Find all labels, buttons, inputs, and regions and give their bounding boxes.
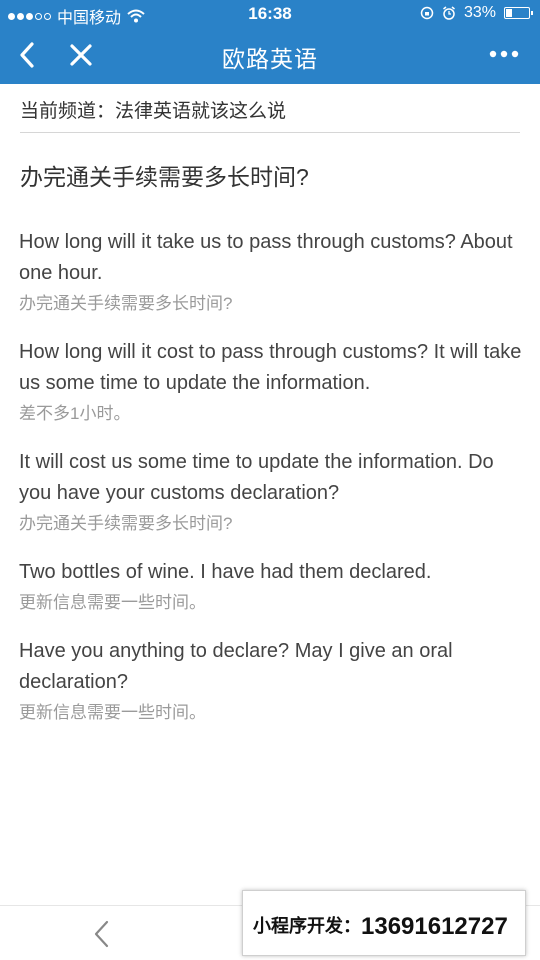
promo-label: 小程序开发： bbox=[253, 916, 361, 936]
page-title: 欧路英语 bbox=[222, 46, 318, 72]
english-sentence: Have you anything to declare? May I give… bbox=[19, 640, 453, 693]
article-title: 办完通关手续需要多长时间? bbox=[20, 164, 309, 190]
battery-label: 33% bbox=[463, 4, 496, 21]
battery-icon bbox=[504, 7, 533, 19]
chinese-translation: 办完通关手续需要多长时间? bbox=[19, 514, 233, 533]
chinese-translation: 更新信息需要一些时间。 bbox=[19, 703, 206, 722]
more-icon[interactable] bbox=[488, 44, 520, 64]
list-item[interactable]: How long will it cost to pass through cu… bbox=[19, 337, 523, 429]
header: 中国移动 16:38 33% 欧路英语 bbox=[0, 0, 540, 84]
list-item[interactable]: Have you anything to declare? May I give… bbox=[19, 636, 523, 728]
status-bar: 中国移动 16:38 33% bbox=[0, 0, 540, 28]
list-item[interactable]: How long will it take us to pass through… bbox=[19, 227, 523, 319]
list-item[interactable]: Two bottles of wine. I have had them dec… bbox=[19, 557, 523, 618]
alarm-icon bbox=[443, 6, 455, 20]
chinese-translation: 差不多1小时。 bbox=[19, 404, 131, 423]
nav-bar: 欧路英语 bbox=[0, 28, 540, 84]
chinese-translation: 更新信息需要一些时间。 bbox=[19, 593, 206, 612]
english-sentence: Two bottles of wine. I have had them dec… bbox=[19, 561, 432, 583]
status-right: 33% bbox=[420, 4, 533, 22]
divider bbox=[20, 132, 520, 133]
list-item[interactable]: It will cost us some time to update the … bbox=[19, 447, 523, 539]
english-sentence: How long will it cost to pass through cu… bbox=[19, 341, 522, 394]
lock-rotation-icon bbox=[420, 6, 434, 20]
chinese-translation: 办完通关手续需要多长时间? bbox=[19, 294, 233, 313]
current-channel: 当前频道：法律英语就该这么说 bbox=[20, 101, 287, 122]
promo-phone: 13691612727 bbox=[361, 913, 508, 940]
page: 中国移动 16:38 33% 欧路英语 当前频道：法律英语就该这么说 办完通关手… bbox=[0, 0, 540, 960]
english-sentence: How long will it take us to pass through… bbox=[19, 231, 513, 284]
back-arrow-icon[interactable] bbox=[90, 918, 114, 950]
english-sentence: It will cost us some time to update the … bbox=[19, 451, 494, 504]
sentence-list: How long will it take us to pass through… bbox=[19, 227, 523, 746]
promo-banner[interactable]: 小程序开发：13691612727 bbox=[242, 890, 526, 956]
promo-text: 小程序开发：13691612727 bbox=[253, 911, 508, 940]
